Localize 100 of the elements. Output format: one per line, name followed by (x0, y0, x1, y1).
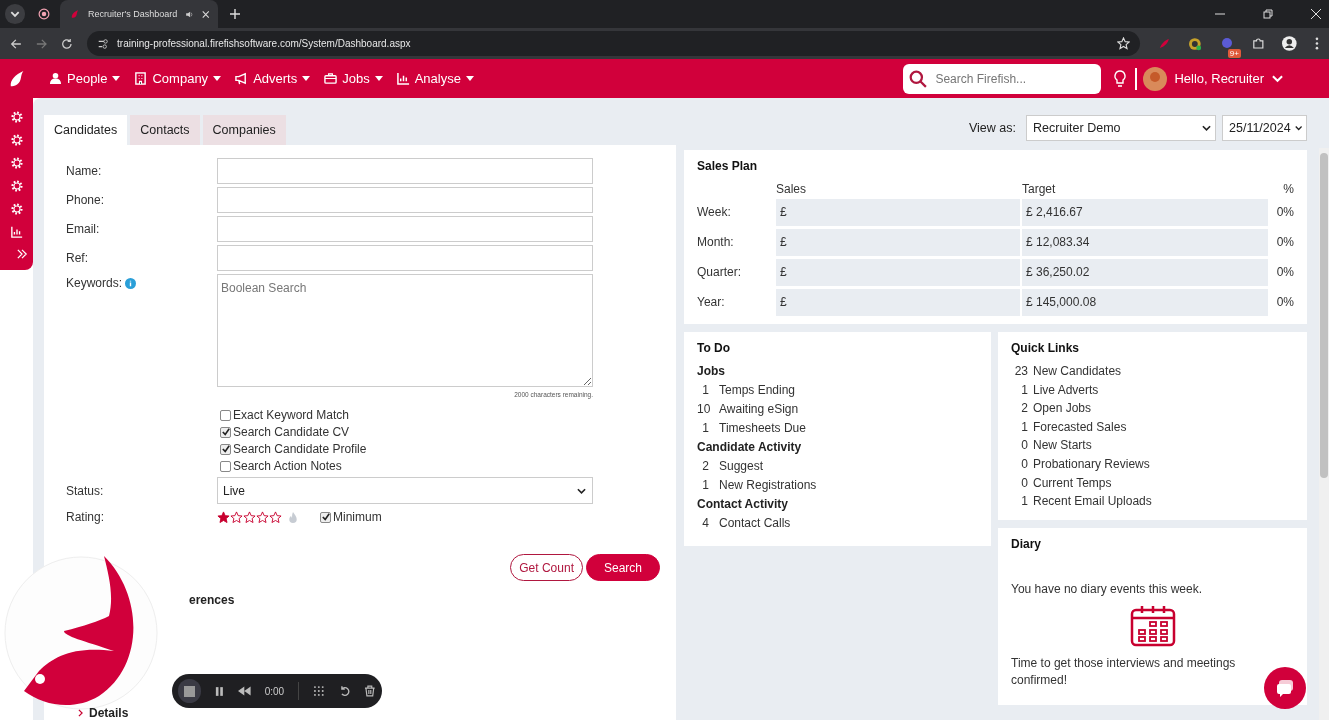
count: 1 (1020, 382, 1028, 397)
pause-icon[interactable] (215, 685, 224, 697)
field-label: Ref: (66, 251, 89, 265)
fish-logo[interactable] (4, 556, 158, 710)
checkbox-label[interactable]: Exact Keyword Match (233, 408, 350, 422)
checkbox[interactable] (220, 426, 231, 438)
search-field[interactable]: Search Firefish... (903, 63, 1102, 94)
count: 1 (701, 421, 709, 435)
back-icon[interactable] (10, 37, 22, 50)
empty-star-icon[interactable] (243, 510, 256, 524)
quick-link[interactable]: Current Temps (1033, 475, 1112, 490)
empty-star-icon[interactable] (269, 510, 282, 524)
double-chevron-icon[interactable] (15, 249, 28, 259)
user-select[interactable]: Recruiter Demo (1026, 115, 1216, 141)
nav-menu[interactable]: Adverts (235, 71, 311, 86)
quick-link[interactable]: Forecasted Sales (1033, 419, 1127, 434)
text-field[interactable] (217, 187, 593, 213)
gear-icon[interactable] (10, 157, 23, 169)
user-menu[interactable]: Hello, Recruiter (1174, 71, 1264, 86)
rewind-icon[interactable] (238, 686, 251, 696)
target-cell: £ 36,250.02 (1022, 259, 1268, 286)
trash-icon[interactable] (364, 685, 376, 697)
tab-list-icon[interactable] (4, 3, 26, 25)
close-icon[interactable] (1311, 9, 1321, 19)
section-header[interactable]: erences (189, 593, 235, 607)
checkbox-label[interactable]: Search Candidate Profile (233, 442, 367, 456)
gear-icon[interactable] (10, 203, 23, 215)
notification-badge: 9+ (1227, 48, 1241, 58)
browser-tab[interactable]: Recruiter's Dashboard (60, 0, 218, 28)
gear-icon[interactable] (10, 180, 23, 192)
get-count-button[interactable]: Get Count (510, 554, 583, 581)
todo-link[interactable]: Awaiting eSign (719, 402, 799, 416)
chat-icon (1275, 678, 1295, 698)
address-field[interactable]: training-professional.firefishsoftware.com/System/Dashboard.aspx (87, 31, 1140, 56)
count: 23 (1013, 364, 1028, 378)
checkbox-label[interactable]: Search Candidate CV (233, 425, 350, 439)
quick-link[interactable]: Probationary Reviews (1033, 456, 1150, 471)
menu-icon[interactable] (1315, 37, 1319, 50)
section-header[interactable]: Details (89, 707, 129, 719)
record-icon[interactable] (38, 8, 50, 20)
checkbox-label[interactable]: Search Action Notes (233, 459, 342, 473)
text-field[interactable] (217, 216, 593, 242)
todo-link[interactable]: Suggest (719, 459, 764, 473)
quick-link[interactable]: Open Jobs (1033, 401, 1092, 416)
todo-link[interactable]: Temps Ending (719, 383, 796, 397)
sales-cell: £ (776, 199, 1020, 226)
checkbox[interactable] (320, 511, 331, 523)
undo-icon[interactable] (338, 685, 351, 697)
search-button[interactable]: Search (585, 554, 660, 581)
stop-button[interactable] (178, 679, 202, 703)
info-icon[interactable] (125, 277, 137, 289)
checkbox[interactable] (220, 443, 231, 455)
checkbox[interactable] (220, 460, 231, 472)
reload-icon[interactable] (61, 37, 74, 50)
close-icon[interactable] (202, 9, 210, 19)
star-icon[interactable] (1116, 37, 1130, 50)
gear-icon[interactable] (10, 111, 23, 123)
todo-link[interactable]: Contact Calls (719, 516, 791, 530)
puzzle-icon[interactable] (1251, 37, 1265, 50)
empty-star-icon[interactable] (230, 510, 243, 524)
nav-menu[interactable]: Jobs (324, 71, 383, 86)
restore-icon[interactable] (1263, 9, 1273, 19)
keywords-field[interactable]: Boolean Search (217, 274, 593, 387)
row-label: Year: (697, 294, 726, 311)
checkbox[interactable] (220, 409, 231, 421)
scrollbar[interactable] (1319, 148, 1329, 720)
forward-icon[interactable] (35, 37, 48, 50)
search-tab[interactable]: Companies (202, 115, 286, 145)
burst-icon[interactable] (1219, 36, 1234, 51)
lightbulb-icon[interactable] (1113, 69, 1128, 88)
nav-menu[interactable]: Company (134, 71, 222, 86)
site-info-icon[interactable] (97, 37, 110, 50)
quick-link[interactable]: New Candidates (1033, 364, 1122, 378)
caret-icon (374, 76, 383, 81)
gear-icon[interactable] (10, 134, 23, 146)
text-field[interactable] (217, 158, 593, 184)
count: 2 (1020, 401, 1028, 416)
grid-icon[interactable] (313, 685, 325, 697)
todo-link[interactable]: Timesheets Due (719, 421, 806, 435)
palette-icon[interactable] (1188, 36, 1202, 51)
quick-link[interactable]: New Starts (1033, 438, 1092, 453)
quick-link[interactable]: Live Adverts (1033, 382, 1099, 397)
chevron-right-icon[interactable] (78, 709, 83, 717)
quick-link[interactable]: Recent Email Uploads (1033, 494, 1152, 509)
empty-star-icon[interactable] (256, 510, 269, 524)
search-tab[interactable]: Contacts (130, 115, 200, 145)
caret-icon (1294, 125, 1302, 131)
search-tab[interactable]: Candidates (44, 115, 128, 145)
nav-menu[interactable]: People (49, 71, 121, 86)
checkbox-label[interactable]: Minimum (333, 510, 382, 524)
nav-menu[interactable]: Analyse (396, 71, 474, 86)
todo-link[interactable]: New Registrations (719, 478, 817, 492)
bar-chart-icon[interactable] (10, 226, 23, 238)
chevron-down-icon[interactable] (1272, 74, 1283, 83)
filled-star-icon[interactable] (217, 510, 230, 524)
status-select[interactable]: Live (217, 477, 593, 504)
profile-icon[interactable] (1282, 36, 1298, 51)
date-select[interactable]: 25/11/2024 (1222, 115, 1307, 141)
new-tab-icon[interactable] (230, 9, 240, 19)
text-field[interactable] (217, 245, 593, 271)
